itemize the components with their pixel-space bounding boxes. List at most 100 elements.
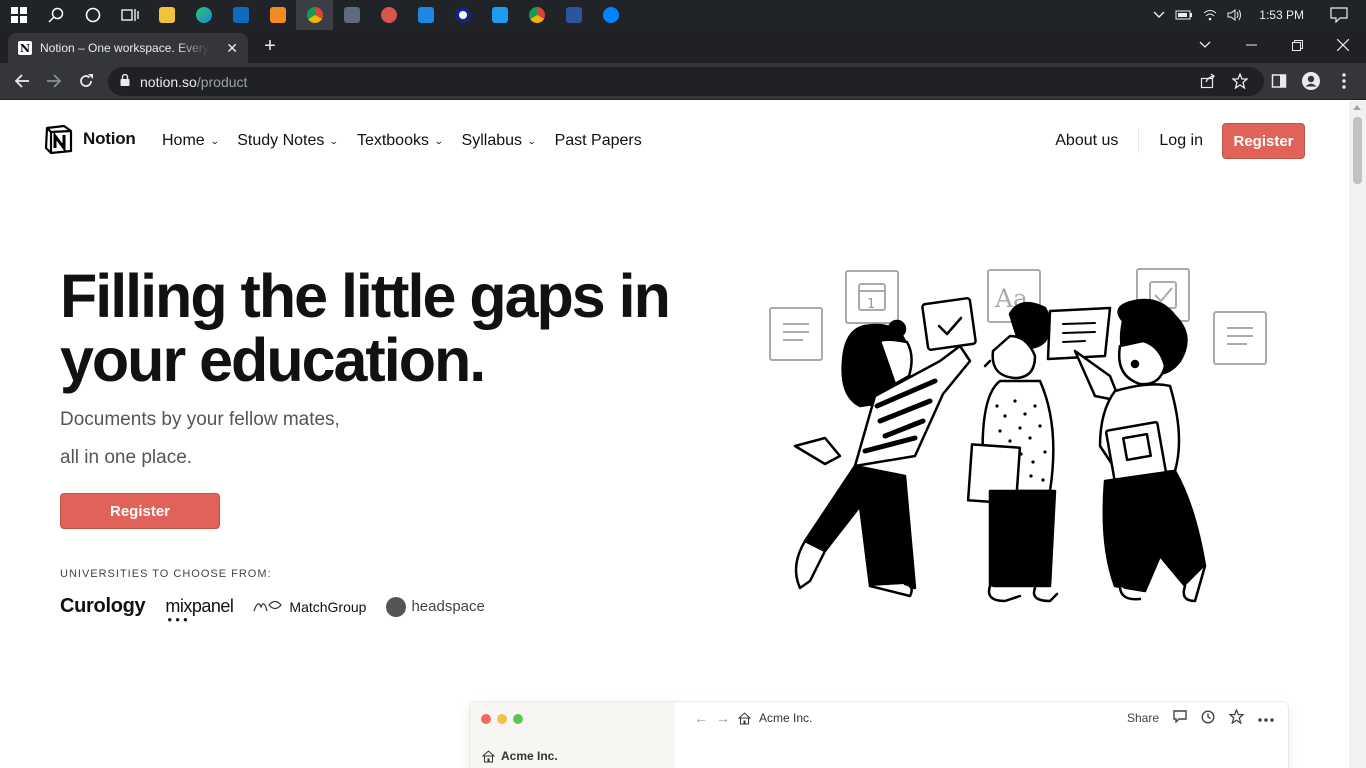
profile-avatar-icon[interactable]: [1299, 69, 1323, 93]
back-arrow-icon[interactable]: ←: [694, 710, 708, 726]
chrome-alt-icon[interactable]: [518, 0, 555, 30]
back-icon[interactable]: [10, 69, 34, 93]
nav-item-study-notes[interactable]: Study Notes ⌄: [237, 132, 340, 150]
chevron-down-icon: ⌄: [209, 135, 220, 146]
close-dot-icon: [481, 714, 491, 724]
main-navigation: Home ⌄ Study Notes ⌄ Textbooks ⌄ Syllabus ⌄ …: [162, 132, 661, 150]
matchgroup-logo: MatchGroup: [253, 597, 366, 616]
share-icon[interactable]: [1196, 69, 1220, 93]
restore-icon[interactable]: [1274, 30, 1320, 60]
forward-arrow-icon[interactable]: →: [716, 710, 730, 726]
menu-kebab-icon[interactable]: [1332, 69, 1356, 93]
url-path: /product: [196, 73, 248, 90]
browser-tab-strip: N Notion – One workspace. Every team. ✕ …: [0, 30, 1366, 63]
url-host: notion.so: [140, 73, 197, 90]
edge-icon[interactable]: [185, 0, 222, 30]
hero-subtitle-line1: Documents by your fellow mates,: [60, 409, 340, 430]
history-clock-icon[interactable]: [1201, 709, 1215, 727]
workspace-name[interactable]: Acme Inc.: [482, 749, 558, 763]
browser-tab-active[interactable]: N Notion – One workspace. Every team. ✕: [8, 33, 248, 63]
nav-item-home[interactable]: Home ⌄: [162, 132, 220, 150]
nav-item-past-papers[interactable]: Past Papers: [555, 132, 642, 150]
university-logos: Curology mixpanel ●●● MatchGroup headspa…: [60, 595, 505, 624]
minimize-dot-icon: [497, 714, 507, 724]
battery-icon[interactable]: [1175, 10, 1193, 20]
tab-close-icon[interactable]: ✕: [226, 40, 238, 57]
share-button[interactable]: Share: [1127, 711, 1159, 725]
app-icon[interactable]: [407, 0, 444, 30]
nav-item-syllabus[interactable]: Syllabus ⌄: [462, 132, 537, 150]
app-icon-2[interactable]: [444, 0, 481, 30]
hero-illustration: 1 Aa: [769, 268, 1267, 603]
side-panel-icon[interactable]: [1267, 69, 1291, 93]
scrollbar-thumb[interactable]: [1353, 117, 1362, 184]
volume-icon[interactable]: [1227, 9, 1243, 21]
nav-item-textbooks[interactable]: Textbooks ⌄: [356, 132, 444, 150]
favorite-star-icon[interactable]: [1228, 708, 1245, 727]
chevron-down-icon: ⌄: [433, 135, 444, 146]
minimize-icon[interactable]: [1228, 30, 1274, 60]
file-explorer-icon[interactable]: [148, 0, 185, 30]
hero-subtitle-line2: all in one place.: [60, 447, 193, 468]
about-us-link[interactable]: About us: [1055, 129, 1140, 153]
close-window-icon[interactable]: [1320, 30, 1366, 60]
hero-title-line2: your education.: [60, 326, 486, 394]
forward-icon[interactable]: [42, 69, 66, 93]
search-icon[interactable]: [37, 0, 74, 30]
nav-label: Textbooks: [356, 132, 429, 149]
tab-search-icon[interactable]: [1182, 30, 1228, 60]
document-card-icon-2: [1213, 311, 1267, 365]
paint-icon[interactable]: [370, 0, 407, 30]
bookmark-star-icon[interactable]: [1228, 69, 1252, 93]
cortana-icon[interactable]: [74, 0, 111, 30]
chevron-down-icon: ⌄: [329, 135, 340, 146]
app-preview-window: Acme Inc. ← → Acme Inc. Share: [470, 702, 1288, 768]
messenger-icon[interactable]: [592, 0, 629, 30]
clock[interactable]: 1:53 PM: [1259, 8, 1304, 22]
page-scrollbar[interactable]: [1349, 101, 1366, 768]
headspace-logo: headspace: [386, 596, 485, 617]
task-view-icon[interactable]: [111, 0, 148, 30]
person-right-figure: [1046, 298, 1207, 603]
chevron-up-icon[interactable]: [1153, 11, 1165, 19]
wifi-icon[interactable]: [1203, 9, 1217, 21]
vscode-icon[interactable]: [481, 0, 518, 30]
windows-start-icon[interactable]: [0, 0, 37, 30]
nav-label: Home: [162, 132, 205, 149]
reload-icon[interactable]: [74, 69, 98, 93]
word-icon[interactable]: [555, 0, 592, 30]
register-button[interactable]: Register: [1222, 123, 1305, 159]
hero-title: Filling the little gaps in your educatio…: [60, 264, 760, 392]
notion-logo[interactable]: Notion: [44, 124, 136, 154]
window-traffic-lights: [481, 714, 523, 724]
mail-icon[interactable]: [222, 0, 259, 30]
calendar-card-icon: 1: [845, 270, 899, 324]
lock-icon[interactable]: [120, 73, 130, 91]
media-player-icon[interactable]: [259, 0, 296, 30]
hero-title-line1: Filling the little gaps in: [60, 262, 671, 330]
chrome-icon[interactable]: [296, 0, 333, 30]
webpage: Notion Home ⌄ Study Notes ⌄ Textbooks ⌄ Syl…: [0, 101, 1349, 768]
comment-icon[interactable]: [1173, 710, 1187, 726]
notion-logo-icon: [44, 124, 73, 154]
brand-name: Notion: [83, 129, 136, 148]
chevron-down-icon: ⌄: [526, 135, 537, 146]
zoom-dot-icon: [513, 714, 523, 724]
address-bar[interactable]: notion.so/product: [108, 67, 1264, 96]
windows-taskbar: 1:53 PM: [0, 0, 1366, 30]
notifications-icon[interactable]: [1330, 7, 1348, 23]
login-link[interactable]: Log in: [1159, 132, 1203, 150]
preview-actions: Share: [1127, 708, 1274, 727]
hero-register-button[interactable]: Register: [60, 493, 220, 529]
more-options-icon[interactable]: [1258, 711, 1274, 725]
home-icon: [738, 711, 751, 724]
scroll-up-arrow-icon[interactable]: [1353, 105, 1361, 110]
breadcrumb-label[interactable]: Acme Inc.: [759, 711, 812, 725]
curology-logo: Curology: [60, 595, 146, 617]
person-middle-figure: [966, 301, 1059, 603]
calculator-icon[interactable]: [333, 0, 370, 30]
browser-toolbar: notion.so/product: [0, 63, 1366, 100]
new-tab-button[interactable]: +: [260, 35, 280, 58]
headspace-wordmark: headspace: [411, 598, 485, 615]
universities-label: UNIVERSITIES TO CHOOSE FROM:: [60, 568, 272, 580]
